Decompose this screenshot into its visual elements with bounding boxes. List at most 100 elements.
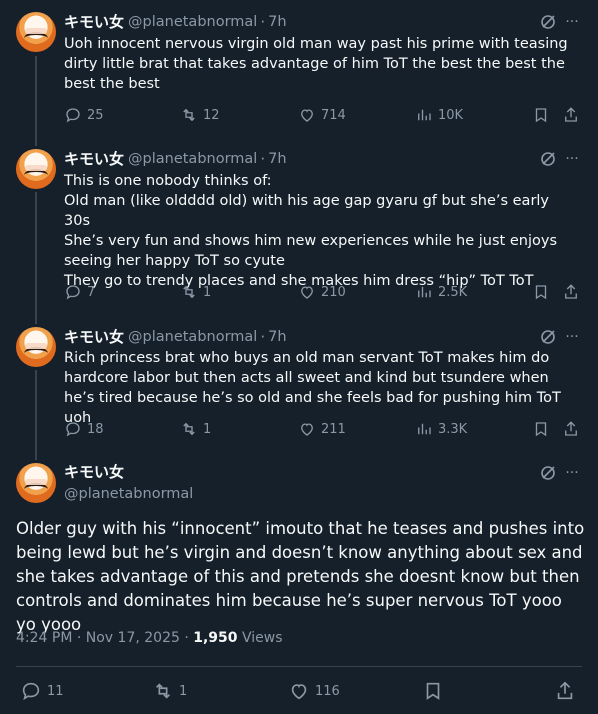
repost-icon (183, 422, 195, 436)
heart-icon (291, 684, 307, 700)
avatar[interactable] (16, 327, 56, 367)
handle[interactable]: @planetabnormal (128, 12, 257, 32)
heart-icon (301, 286, 313, 299)
repost-button[interactable]: 1 (180, 420, 211, 438)
repost-count: 1 (203, 284, 212, 300)
timestamp[interactable]: 7h (268, 149, 286, 169)
grok-icon[interactable] (540, 151, 556, 167)
like-button[interactable]: 714 (298, 106, 346, 124)
tweet-header: キモい女 @planetabnormal · 7h (64, 149, 287, 169)
grok-icon[interactable] (540, 329, 556, 345)
display-name[interactable]: キモい女 (64, 462, 124, 482)
avatar[interactable] (16, 12, 56, 52)
handle[interactable]: @planetabnormal (128, 327, 257, 347)
tweet-timestamp[interactable]: 4:24 PM · Nov 17, 2025 · (16, 630, 189, 646)
reply-icon (66, 422, 80, 437)
view-count: 10K (438, 107, 464, 123)
more-icon[interactable]: ··· (564, 151, 580, 167)
more-icon[interactable]: ··· (564, 465, 580, 481)
tweet-meta: 4:24 PM · Nov 17, 2025 · 1,950 Views (16, 628, 283, 648)
like-count: 210 (321, 284, 346, 300)
views-label: Views (241, 630, 283, 646)
display-name[interactable]: キモい女 (64, 327, 124, 347)
divider (16, 666, 582, 667)
bookmark-icon (535, 108, 547, 123)
views-icon (418, 423, 431, 435)
repost-button[interactable]: 1 (152, 680, 187, 702)
share-icon (565, 284, 577, 299)
repost-button[interactable]: 1 (180, 283, 211, 301)
bookmark-button[interactable] (532, 283, 550, 301)
bookmark-button[interactable] (532, 420, 550, 438)
share-icon (565, 421, 577, 436)
reply-button[interactable]: 7 (64, 283, 95, 301)
like-button[interactable]: 211 (298, 420, 346, 438)
thread-tweet[interactable]: キモい女 @planetabnormal · 7h ··· This is on… (0, 140, 598, 318)
thread-tweet[interactable]: キモい女 @planetabnormal · 7h ··· Rich princ… (0, 318, 598, 458)
views-icon (418, 286, 431, 298)
main-tweet: キモい女 @planetabnormal ··· Older guy with … (0, 458, 598, 714)
reply-icon (66, 108, 80, 123)
like-count: 211 (321, 421, 346, 437)
like-count: 714 (321, 107, 346, 123)
tweet-header: キモい女 @planetabnormal · 7h (64, 327, 287, 347)
repost-button[interactable]: 12 (180, 106, 220, 124)
repost-icon (183, 285, 195, 299)
reply-button[interactable]: 25 (64, 106, 104, 124)
share-icon (565, 107, 577, 122)
separator-dot: · (260, 328, 266, 346)
like-button[interactable]: 116 (288, 680, 340, 702)
bookmark-icon (426, 682, 440, 700)
views-button[interactable]: 3.3K (415, 420, 467, 438)
main-tweet-actions: 11 1 116 (16, 680, 582, 702)
avatar[interactable] (16, 149, 56, 189)
repost-count: 1 (179, 683, 188, 699)
reply-count: 11 (47, 683, 64, 699)
reply-button[interactable]: 11 (20, 680, 64, 702)
heart-icon (301, 423, 313, 436)
display-name[interactable]: キモい女 (64, 149, 124, 169)
timestamp[interactable]: 7h (268, 327, 286, 347)
tweet-header: キモい女 (64, 462, 124, 482)
handle[interactable]: @planetabnormal (64, 484, 193, 504)
tweet-header: キモい女 @planetabnormal · 7h (64, 12, 287, 32)
tweet-text: This is one nobody thinks of: Old man (l… (64, 173, 557, 289)
like-count: 116 (315, 683, 340, 699)
views-button[interactable]: 10K (415, 106, 463, 124)
more-icon[interactable]: ··· (564, 329, 580, 345)
share-button[interactable] (562, 420, 580, 438)
heart-icon (301, 109, 313, 122)
bookmark-button[interactable] (422, 680, 444, 702)
more-icon[interactable]: ··· (564, 14, 580, 30)
share-button[interactable] (554, 680, 576, 702)
like-button[interactable]: 210 (298, 283, 346, 301)
views-number: 1,950 (193, 630, 238, 646)
handle[interactable]: @planetabnormal (128, 149, 257, 169)
share-button[interactable] (562, 106, 580, 124)
share-button[interactable] (562, 283, 580, 301)
avatar[interactable] (16, 463, 56, 503)
tweet-actions: 18 1 211 3.3K (64, 420, 582, 440)
bookmark-button[interactable] (532, 106, 550, 124)
display-name[interactable]: キモい女 (64, 12, 124, 32)
grok-icon[interactable] (540, 14, 556, 30)
tweet-text: Rich princess brat who buys an old man s… (64, 350, 561, 426)
tweet-text: Older guy with his “innocent” imouto tha… (16, 519, 585, 634)
views-button[interactable]: 2.5K (415, 283, 467, 301)
timestamp[interactable]: 7h (268, 12, 286, 32)
grok-icon[interactable] (540, 465, 556, 481)
reply-icon (22, 682, 40, 701)
views-icon (418, 109, 431, 121)
bookmark-icon (535, 285, 547, 300)
repost-icon (183, 108, 195, 122)
separator-dot: · (260, 150, 266, 168)
repost-count: 1 (203, 421, 212, 437)
reply-button[interactable]: 18 (64, 420, 104, 438)
view-count: 3.3K (438, 421, 468, 437)
reply-count: 7 (87, 284, 96, 300)
thread-tweet[interactable]: キモい女 @planetabnormal · 7h ··· Uoh innoce… (0, 0, 598, 140)
tweet-text: Uoh innocent nervous virgin old man way … (64, 36, 568, 92)
separator-dot: · (260, 13, 266, 31)
share-icon (557, 681, 573, 700)
bookmark-icon (535, 422, 547, 437)
